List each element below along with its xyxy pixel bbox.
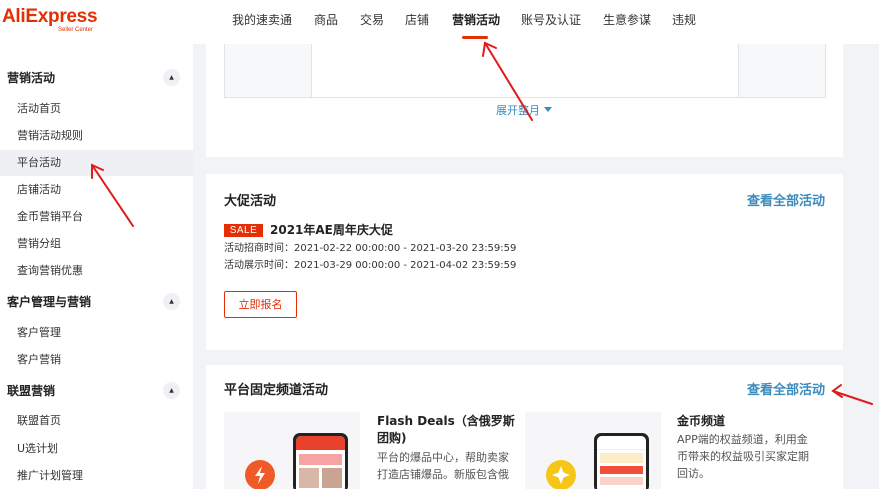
channel-card-title: 平台固定频道活动 [224,383,329,398]
sidebar-group-affiliate[interactable]: 联盟营销 [7,384,55,398]
nav-my-aliexpress[interactable]: 我的速卖通 [232,13,292,27]
nav-store[interactable]: 店铺 [405,13,429,27]
sidebar-item-activity-rules[interactable]: 营销活动规则 [0,123,193,149]
expand-month-link[interactable]: 展开整月 [496,104,552,118]
flash-deals-title-line1: Flash Deals（含俄罗斯 [377,414,515,428]
sidebar-item-query-discounts[interactable]: 查询营销优惠 [0,258,193,284]
view-all-promotions-link[interactable]: 查看全部活动 [747,194,825,210]
flash-deals-title-line2: 团购) [377,431,407,445]
caret-down-icon [544,107,552,112]
sidebar: 营销活动 ▲ 活动首页 营销活动规则 平台活动 店铺活动 金币营销平台 营销分组… [0,44,193,489]
nav-marketing[interactable]: 营销活动 [452,13,500,27]
event-title[interactable]: 2021年AE周年庆大促 [270,223,393,238]
calendar-cell [738,44,825,97]
phone-mockup [594,433,649,489]
coin-icon [546,460,576,489]
sidebar-group-customers[interactable]: 客户管理与营销 [7,295,91,309]
nav-products[interactable]: 商品 [314,13,338,27]
logo-brand: AliExpress [2,6,98,27]
nav-violations[interactable]: 违规 [672,13,696,27]
top-bar: AliExpress Seller Center 我的速卖通 商品 交易 店铺 … [0,0,879,44]
sidebar-item-coin-platform[interactable]: 金币营销平台 [0,204,193,230]
lightning-icon [245,460,275,489]
collapse-customers-icon[interactable]: ▲ [163,293,180,310]
sidebar-item-store-activity[interactable]: 店铺活动 [0,177,193,203]
coin-channel-title[interactable]: 金币频道 [677,413,725,430]
coin-channel-image[interactable] [525,412,661,489]
expand-month-label: 展开整月 [496,104,540,117]
flash-deals-title[interactable]: Flash Deals（含俄罗斯 团购) [377,413,515,447]
collapse-affiliate-icon[interactable]: ▲ [163,382,180,399]
calendar-table [224,44,826,98]
recruit-time: 活动招商时间：2021-02-22 00:00:00 - 2021-03-20 … [224,243,517,254]
sidebar-item-customer-marketing[interactable]: 客户营销 [0,347,193,373]
nav-account[interactable]: 账号及认证 [521,13,581,27]
aliexpress-logo[interactable]: AliExpress Seller Center [2,6,98,33]
calendar-cell [225,44,312,97]
sidebar-item-u-select[interactable]: U选计划 [0,436,193,462]
flash-deals-desc-line2: 打造店铺爆品。新版包含俄 [377,468,509,481]
coin-desc-line3: 回访。 [677,467,710,480]
logo-subtitle: Seller Center [58,27,94,33]
register-button[interactable]: 立即报名 [224,291,297,318]
sidebar-item-marketing-groups[interactable]: 营销分组 [0,231,193,257]
promotion-card: 大促活动 查看全部活动 SALE 2021年AE周年庆大促 活动招商时间：202… [206,174,843,350]
nav-active-indicator [462,36,488,39]
coin-desc-line1: APP端的权益频道，利用金 [677,433,808,446]
collapse-marketing-icon[interactable]: ▲ [163,69,180,86]
coin-channel-description: APP端的权益频道，利用金 币带来的权益吸引买家定期 回访。 [677,431,809,482]
phone-mockup [293,433,348,489]
sidebar-item-customer-management[interactable]: 客户管理 [0,320,193,346]
sidebar-item-promotion-plans[interactable]: 推广计划管理 [0,463,193,489]
sidebar-item-activity-home[interactable]: 活动首页 [0,96,193,122]
sidebar-item-affiliate-home[interactable]: 联盟首页 [0,408,193,434]
flash-deals-image[interactable] [224,412,360,489]
channel-card: 平台固定频道活动 查看全部活动 Flash Deals（含俄罗斯 团购) 平台的… [206,365,843,489]
sidebar-item-platform-activity[interactable]: 平台活动 [0,150,193,176]
sidebar-group-marketing[interactable]: 营销活动 [7,71,55,85]
coin-desc-line2: 币带来的权益吸引买家定期 [677,450,809,463]
calendar-card: 展开整月 [206,44,843,157]
flash-deals-desc-line1: 平台的爆品中心，帮助卖家 [377,451,509,464]
sale-badge: SALE [224,224,263,237]
display-time: 活动展示时间：2021-03-29 00:00:00 - 2021-04-02 … [224,260,517,271]
flash-deals-description: 平台的爆品中心，帮助卖家 打造店铺爆品。新版包含俄 [377,449,509,483]
view-all-channels-link[interactable]: 查看全部活动 [747,383,825,399]
nav-business-advisor[interactable]: 生意参谋 [603,13,651,27]
promotion-card-title: 大促活动 [224,194,277,209]
nav-transactions[interactable]: 交易 [360,13,384,27]
